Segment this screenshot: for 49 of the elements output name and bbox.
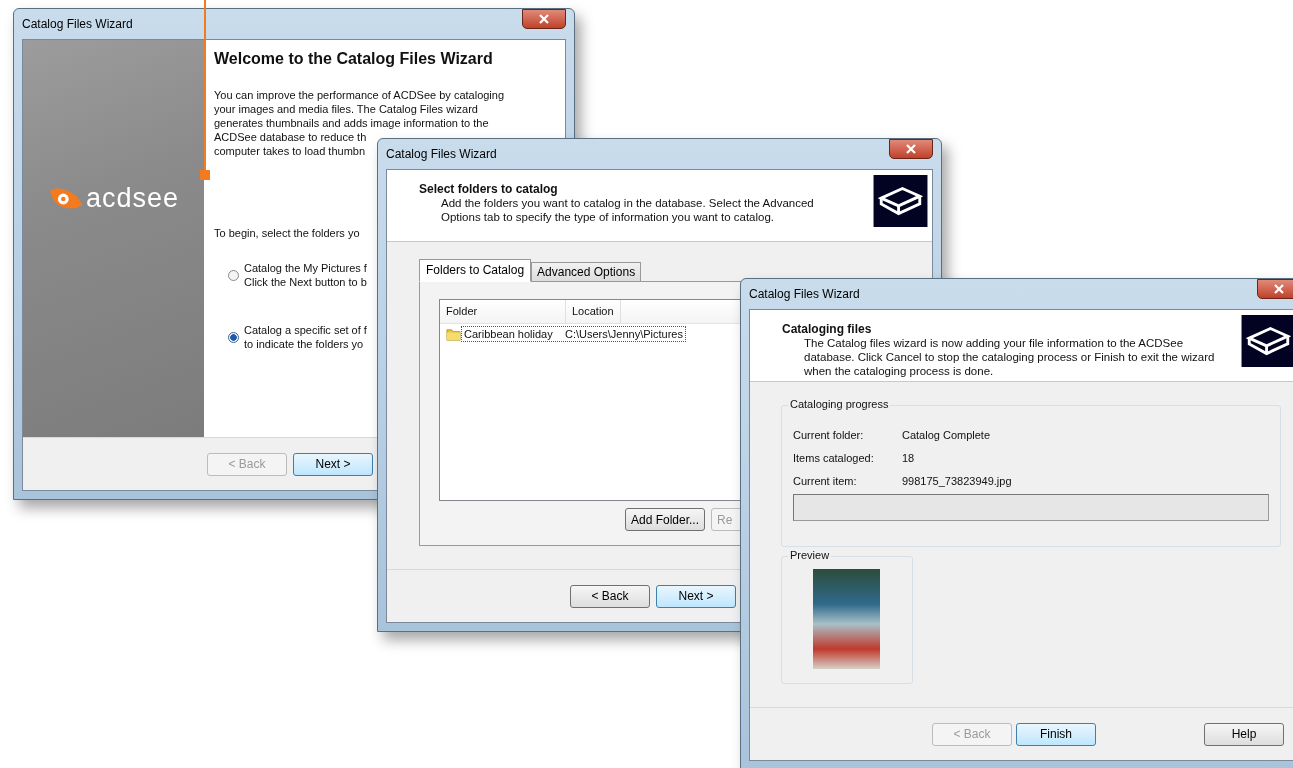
step-description: Add the folders you want to catalog in the database. Select the Advanced Options tab to specify the type of information you want to catalog. (440, 196, 814, 224)
intro-text-line: generates thumbnails and adds image information to the (214, 116, 489, 130)
close-button[interactable] (522, 9, 566, 29)
list-button[interactable]: Add Folder... (625, 508, 705, 531)
group-title: Cataloging progress (788, 398, 891, 410)
group-title: Preview (788, 549, 832, 561)
wizard-button[interactable]: Next > (656, 584, 736, 608)
field-value: 998175_73823949.jpg (902, 474, 1012, 487)
drive-icon (873, 175, 928, 227)
table-cell-text: C:\Users\Jenny\Pictures (564, 327, 684, 341)
close-icon (905, 144, 917, 154)
window-title: Catalog Files Wizard (749, 287, 860, 301)
step-description: The Catalog files wizard is now adding your file information to the ACDSee database. Click Cancel to stop the cataloging process or Finish to exit the wizard when the cataloging process is done. (803, 336, 1215, 378)
list-row[interactable]: Caribbean holiday C:\Users\Jenny\Pictures (461, 326, 686, 342)
column-header[interactable]: Location (566, 300, 621, 323)
intro-text-line: You can improve the performance of ACDSee by cataloging (214, 88, 505, 102)
wizard-button[interactable]: Finish (1016, 722, 1096, 746)
close-button[interactable] (1257, 279, 1293, 299)
eye-logo-icon (47, 186, 84, 211)
option-label: Catalog a specific set of f to indicate the folders yo (244, 323, 367, 351)
wizard-button[interactable]: Next > (293, 452, 373, 476)
intro-text-line: ACDSee database to reduce th (214, 130, 367, 144)
tab[interactable]: Advanced Options (531, 262, 642, 282)
field-label: Items cataloged: (793, 451, 875, 464)
field-value: 18 (902, 451, 915, 464)
prompt-text: To begin, select the folders yo (214, 227, 360, 239)
field-label: Current item: (793, 474, 858, 487)
intro-text-line: computer takes to load thumbn (214, 144, 366, 158)
step-heading: Cataloging files (782, 322, 873, 336)
tab[interactable]: Folders to Catalog (419, 259, 532, 282)
intro-text-line: your images and media files. The Catalog Files wizard (214, 102, 478, 116)
radio-button[interactable] (228, 331, 239, 343)
wizard-button[interactable]: < Back (570, 584, 650, 608)
wizard-button[interactable]: Help (1204, 722, 1284, 746)
field-label: Current folder: (793, 428, 865, 441)
folder-icon (446, 326, 461, 342)
close-icon (1273, 284, 1285, 294)
radio-button[interactable] (228, 269, 239, 281)
close-button[interactable] (889, 139, 933, 159)
step-heading: Select folders to catalog (419, 182, 559, 196)
column-header[interactable]: Folder (440, 300, 566, 323)
welcome-heading: Welcome to the Catalog Files Wizard (214, 50, 494, 68)
logo-text: acdsee (85, 183, 180, 214)
option-label: Catalog the My Pictures f Click the Next button to b (244, 261, 367, 289)
field-value: Catalog Complete (902, 428, 991, 441)
window-title: Catalog Files Wizard (22, 17, 133, 31)
close-icon (538, 14, 550, 24)
window-title: Catalog Files Wizard (386, 147, 497, 161)
table-cell-text: Caribbean holiday (463, 327, 554, 341)
